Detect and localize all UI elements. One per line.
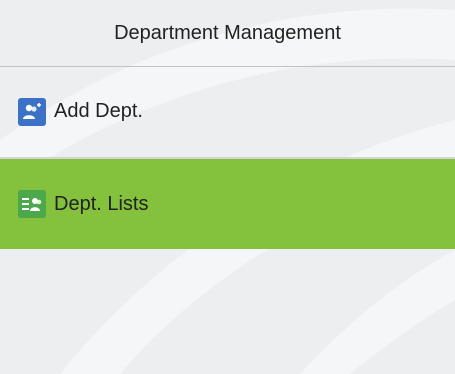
menu-item-label: Dept. Lists [54,192,149,215]
menu-item-dept-lists[interactable]: Dept. Lists [0,159,455,249]
menu-item-label: Add Dept. [54,100,143,122]
add-user-icon [18,97,46,126]
page-title-text: Department Management [114,21,341,44]
page-title: Department Management [0,0,455,66]
menu-item-add-dept[interactable]: Add Dept. [0,66,455,157]
user-list-icon [18,190,46,218]
